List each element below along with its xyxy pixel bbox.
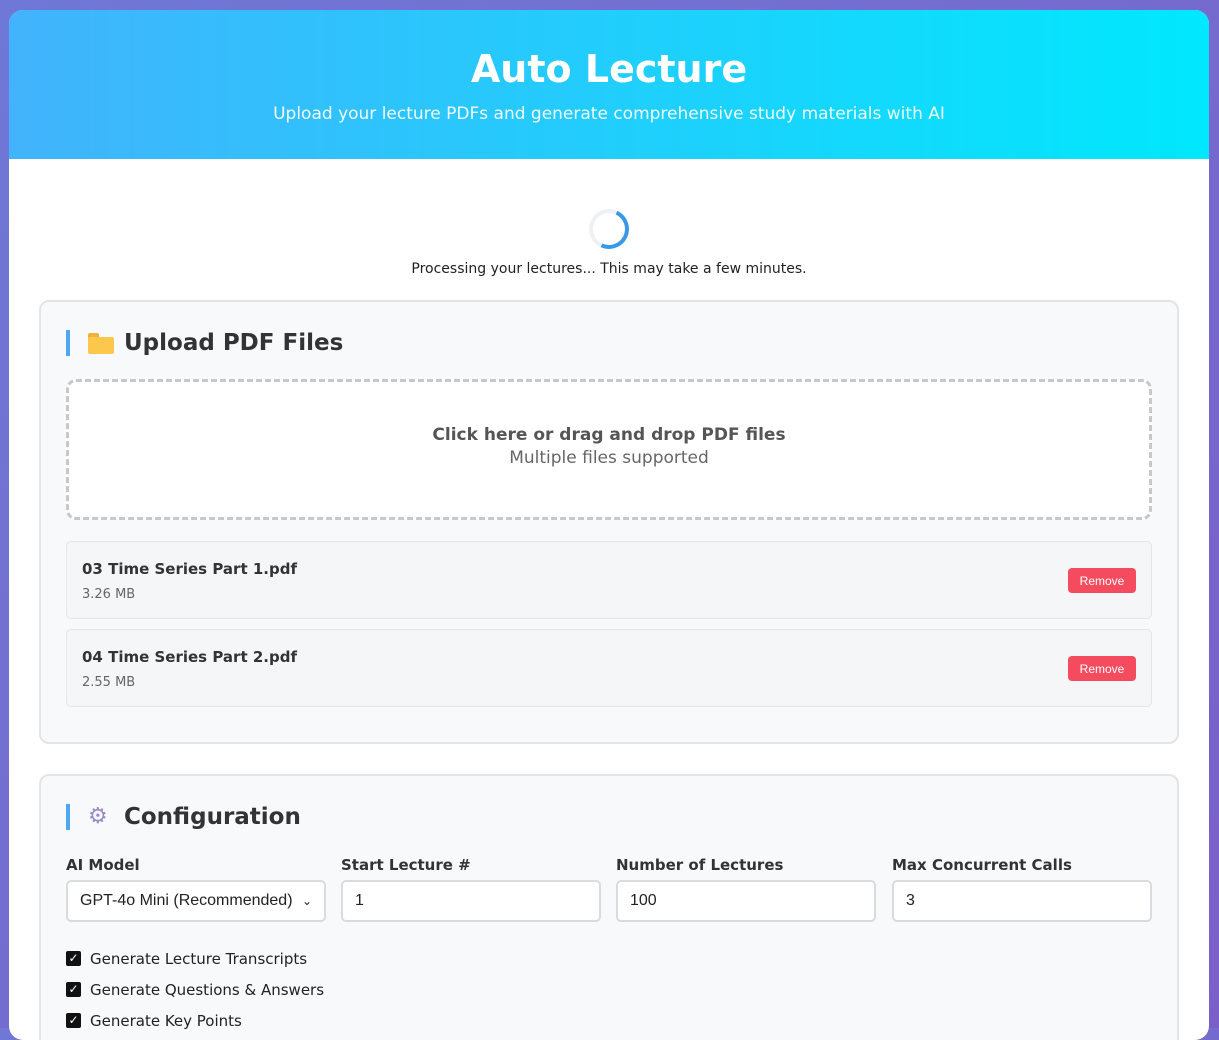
file-item: 03 Time Series Part 1.pdf 3.26 MB Remove bbox=[66, 541, 1152, 619]
start-lecture-input[interactable]: 1 bbox=[341, 880, 601, 922]
remove-file-button[interactable]: Remove bbox=[1068, 656, 1136, 681]
loading-text: Processing your lectures... This may tak… bbox=[411, 261, 807, 277]
chevron-down-icon: ⌄ bbox=[301, 894, 312, 908]
ai-model-value: GPT-4o Mini (Recommended) bbox=[80, 892, 293, 909]
option-label: Generate Lecture Transcripts bbox=[90, 949, 308, 968]
option-questions[interactable]: ✓ Generate Questions & Answers bbox=[66, 974, 324, 1005]
app-container: Auto Lecture Upload your lecture PDFs an… bbox=[9, 10, 1209, 1040]
ai-model-label: AI Model bbox=[66, 856, 140, 874]
pdf-dropzone[interactable]: Click here or drag and drop PDF files Mu… bbox=[66, 379, 1152, 520]
max-concurrent-calls-label: Max Concurrent Calls bbox=[892, 856, 1072, 874]
header: Auto Lecture Upload your lecture PDFs an… bbox=[9, 10, 1209, 159]
number-of-lectures-field: Number of Lectures 100 bbox=[616, 856, 876, 922]
file-name: 04 Time Series Part 2.pdf bbox=[82, 648, 297, 666]
start-lecture-label: Start Lecture # bbox=[341, 856, 471, 874]
page-subtitle: Upload your lecture PDFs and generate co… bbox=[273, 104, 945, 124]
number-of-lectures-label: Number of Lectures bbox=[616, 856, 784, 874]
start-lecture-value: 1 bbox=[355, 892, 364, 909]
generation-options: ✓ Generate Lecture Transcripts ✓ Generat… bbox=[66, 943, 324, 1036]
file-size: 2.55 MB bbox=[82, 675, 136, 690]
config-section-title: ⚙ Configuration bbox=[66, 804, 301, 830]
upload-section-title: Upload PDF Files bbox=[66, 330, 343, 356]
checkbox-checked[interactable]: ✓ bbox=[66, 1013, 81, 1028]
remove-file-button[interactable]: Remove bbox=[1068, 568, 1136, 593]
file-size: 3.26 MB bbox=[82, 587, 136, 602]
config-title-text: Configuration bbox=[124, 804, 301, 830]
number-of-lectures-input[interactable]: 100 bbox=[616, 880, 876, 922]
option-key-points[interactable]: ✓ Generate Key Points bbox=[66, 1005, 324, 1036]
max-concurrent-calls-value: 3 bbox=[906, 892, 915, 909]
gear-icon: ⚙ bbox=[88, 804, 108, 829]
start-lecture-field: Start Lecture # 1 bbox=[341, 856, 601, 922]
spinner-icon bbox=[583, 203, 635, 255]
max-concurrent-calls-input[interactable]: 3 bbox=[892, 880, 1152, 922]
file-item: 04 Time Series Part 2.pdf 2.55 MB Remove bbox=[66, 629, 1152, 707]
dropzone-sub-text: Multiple files supported bbox=[509, 448, 709, 468]
option-label: Generate Key Points bbox=[90, 1011, 242, 1030]
ai-model-select[interactable]: GPT-4o Mini (Recommended) ⌄ bbox=[66, 880, 326, 922]
ai-model-field: AI Model GPT-4o Mini (Recommended) ⌄ bbox=[66, 856, 326, 922]
dropzone-main-text: Click here or drag and drop PDF files bbox=[432, 425, 786, 445]
option-label: Generate Questions & Answers bbox=[90, 980, 325, 999]
folder-icon bbox=[88, 332, 114, 354]
loading-indicator: Processing your lectures... This may tak… bbox=[9, 159, 1209, 277]
file-name: 03 Time Series Part 1.pdf bbox=[82, 560, 297, 578]
checkbox-checked[interactable]: ✓ bbox=[66, 982, 81, 997]
upload-title-text: Upload PDF Files bbox=[124, 330, 344, 356]
page-title: Auto Lecture bbox=[470, 47, 748, 91]
configuration-section: ⚙ Configuration AI Model GPT-4o Mini (Re… bbox=[39, 774, 1179, 1040]
number-of-lectures-value: 100 bbox=[630, 892, 657, 909]
max-concurrent-calls-field: Max Concurrent Calls 3 bbox=[892, 856, 1152, 922]
checkbox-checked[interactable]: ✓ bbox=[66, 951, 81, 966]
option-transcripts[interactable]: ✓ Generate Lecture Transcripts bbox=[66, 943, 324, 974]
upload-section: Upload PDF Files Click here or drag and … bbox=[39, 300, 1179, 744]
